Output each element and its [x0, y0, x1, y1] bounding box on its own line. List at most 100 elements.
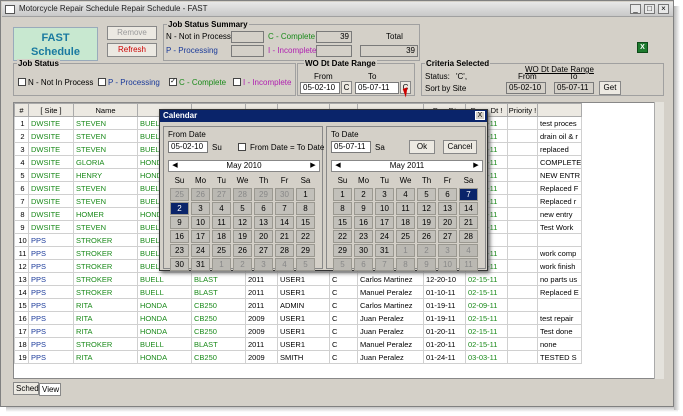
table-cell[interactable] — [507, 298, 538, 312]
table-cell[interactable]: DWSITE — [28, 220, 74, 234]
to-next-month-button[interactable]: ▶ — [471, 161, 481, 171]
table-cell[interactable]: 8 — [14, 207, 29, 221]
table-cell[interactable]: 01-20-11 — [423, 324, 466, 338]
table-cell[interactable]: drain oil & r — [536, 129, 583, 143]
table-cell[interactable]: STROKER — [73, 337, 138, 351]
table-cell[interactable]: Manuel Peralez — [357, 337, 424, 351]
from-day-cell[interactable]: 1 — [296, 188, 315, 201]
to-day-cell[interactable]: 1 — [396, 244, 415, 257]
table-cell[interactable]: 18 — [14, 337, 29, 351]
to-day-cell[interactable]: 23 — [354, 230, 373, 243]
title-bar[interactable]: Motorcycle Repair Schedule Repair Schedu… — [2, 2, 673, 17]
from-day-cell[interactable]: 2 — [233, 258, 252, 271]
from-day-cell[interactable]: 9 — [170, 216, 189, 229]
to-day-cell[interactable]: 9 — [417, 258, 436, 271]
table-row[interactable]: 16 PPS RITA HONDA CB250 2009 USER1 C Juan Perale… — [14, 311, 583, 325]
table-cell[interactable]: 2011 — [245, 272, 278, 286]
table-cell[interactable]: DWSITE — [28, 155, 74, 169]
table-cell[interactable]: BUELL — [137, 337, 192, 351]
to-day-cell[interactable]: 20 — [438, 216, 457, 229]
table-cell[interactable]: Juan Peralez — [357, 324, 424, 338]
to-day-cell[interactable]: 19 — [417, 216, 436, 229]
table-cell[interactable]: CB250 — [191, 311, 246, 325]
to-day-cell[interactable]: 21 — [459, 216, 478, 229]
table-cell[interactable]: BLAST — [191, 337, 246, 351]
table-cell[interactable]: DWSITE — [28, 181, 74, 195]
table-cell[interactable]: Test done — [536, 324, 583, 338]
table-cell[interactable] — [507, 272, 538, 286]
status-p-checkbox[interactable] — [98, 78, 106, 86]
table-cell[interactable] — [507, 116, 538, 130]
status-i-checkbox[interactable] — [233, 78, 241, 86]
table-cell[interactable] — [507, 129, 538, 143]
table-cell[interactable]: 02-15-11 — [465, 285, 508, 299]
to-day-cell[interactable]: 6 — [438, 188, 457, 201]
grid-column-header[interactable]: [ Site ] — [28, 103, 74, 117]
table-cell[interactable]: SMITH — [277, 350, 330, 364]
table-cell[interactable]: HONDA — [137, 298, 192, 312]
grid-vertical-scrollbar[interactable] — [654, 102, 664, 379]
table-cell[interactable]: PPS — [28, 350, 74, 364]
table-cell[interactable]: RITA — [73, 324, 138, 338]
table-cell[interactable]: 10 — [14, 233, 29, 247]
table-cell[interactable]: STEVEN — [73, 116, 138, 130]
from-date-input[interactable]: 05-02-10 — [168, 141, 208, 153]
table-cell[interactable]: STEVEN — [73, 142, 138, 156]
to-day-cell[interactable]: 4 — [459, 244, 478, 257]
to-day-cell[interactable]: 29 — [333, 244, 352, 257]
table-row[interactable]: 14 PPS STROKER BUELL BLAST 2011 USER1 C Manuel P… — [14, 285, 583, 299]
to-day-cell[interactable]: 2 — [417, 244, 436, 257]
table-row[interactable]: 17 PPS RITA HONDA CB250 2009 USER1 C Juan Perale… — [14, 324, 583, 338]
table-cell[interactable]: 01-10-11 — [423, 285, 466, 299]
table-cell[interactable]: 2009 — [245, 311, 278, 325]
to-day-cell[interactable]: 22 — [333, 230, 352, 243]
table-cell[interactable] — [507, 285, 538, 299]
grid-column-header[interactable]: Name — [73, 103, 138, 117]
table-cell[interactable] — [507, 220, 538, 234]
table-cell[interactable]: 1 — [14, 116, 29, 130]
date-range-from-input[interactable]: 05-02-10 — [300, 82, 340, 94]
to-day-cell[interactable]: 30 — [354, 244, 373, 257]
table-cell[interactable]: Manuel Peralez — [357, 285, 424, 299]
maximize-button[interactable]: □ — [644, 4, 655, 14]
table-cell[interactable]: 9 — [14, 220, 29, 234]
status-n-checkbox[interactable] — [18, 78, 26, 86]
from-day-cell[interactable]: 30 — [170, 258, 189, 271]
same-date-checkbox[interactable] — [238, 143, 246, 151]
table-cell[interactable]: 7 — [14, 194, 29, 208]
table-cell[interactable]: replaced — [536, 142, 583, 156]
table-cell[interactable] — [507, 259, 538, 273]
table-cell[interactable]: 17 — [14, 324, 29, 338]
table-cell[interactable]: 01-19-11 — [423, 311, 466, 325]
from-day-cell[interactable]: 28 — [275, 244, 294, 257]
table-cell[interactable]: test repair — [536, 311, 583, 325]
table-cell[interactable]: NEW ENTR — [536, 168, 583, 182]
table-cell[interactable] — [507, 181, 538, 195]
table-cell[interactable]: C — [329, 285, 358, 299]
table-row[interactable]: 19 PPS RITA HONDA CB250 2009 SMITH C Juan Perale… — [14, 350, 583, 364]
from-day-cell[interactable]: 1 — [212, 258, 231, 271]
from-day-cell[interactable]: 3 — [191, 202, 210, 215]
date-range-to-input[interactable]: 05-07-11 — [355, 82, 399, 94]
table-cell[interactable]: Replaced F — [536, 181, 583, 195]
to-day-cell[interactable]: 1 — [333, 188, 352, 201]
ok-button[interactable]: Ok — [409, 140, 435, 154]
table-cell[interactable]: GLORIA — [73, 155, 138, 169]
table-cell[interactable]: 16 — [14, 311, 29, 325]
from-day-cell[interactable]: 8 — [296, 202, 315, 215]
to-day-cell[interactable]: 8 — [396, 258, 415, 271]
to-day-cell[interactable]: 5 — [333, 258, 352, 271]
to-day-cell[interactable]: 2 — [354, 188, 373, 201]
from-day-cell[interactable]: 12 — [233, 216, 252, 229]
table-cell[interactable]: TESTED S — [536, 350, 583, 364]
from-day-cell[interactable]: 29 — [296, 244, 315, 257]
to-day-cell[interactable]: 9 — [354, 202, 373, 215]
table-cell[interactable] — [507, 194, 538, 208]
from-day-cell[interactable]: 22 — [296, 230, 315, 243]
table-cell[interactable]: COMPLETE — [536, 155, 583, 169]
remove-button[interactable]: Remove — [107, 26, 157, 40]
table-cell[interactable]: 02-15-11 — [465, 337, 508, 351]
table-cell[interactable]: 2011 — [245, 337, 278, 351]
table-cell[interactable]: 03-03-11 — [465, 350, 508, 364]
table-cell[interactable]: 3 — [14, 142, 29, 156]
